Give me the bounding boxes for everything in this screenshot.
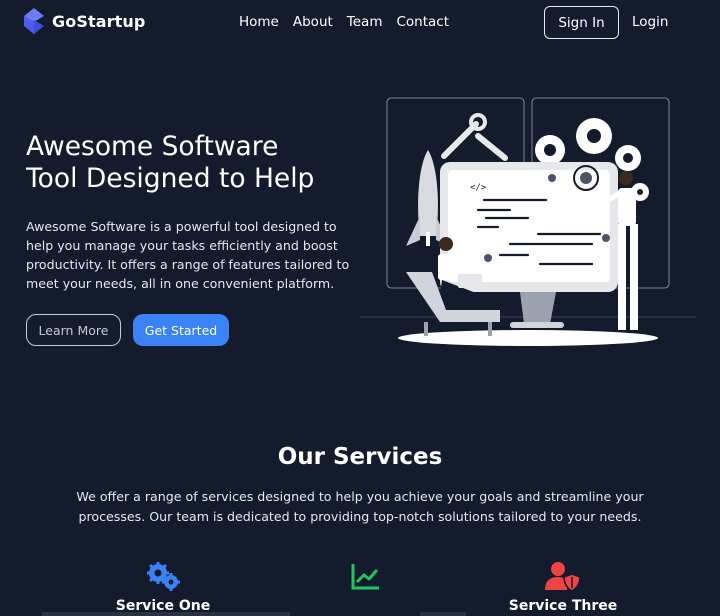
scroll-bar-right <box>420 612 466 616</box>
chart-line-icon <box>351 564 379 590</box>
nav-links: Home About Team Contact <box>239 14 449 30</box>
nav-link-home[interactable]: Home <box>239 14 279 30</box>
hero-title-line1: Awesome Software <box>26 131 279 162</box>
hero-title: Awesome Software Tool Designed to Help <box>26 131 366 195</box>
hero-illustration: </> <box>360 97 696 346</box>
user-shield-icon <box>545 562 581 592</box>
nav-link-about[interactable]: About <box>293 14 333 30</box>
service-card-one[interactable]: Service One <box>88 560 238 614</box>
login-button[interactable]: Login <box>632 14 668 30</box>
services-description: We offer a range of services designed to… <box>76 489 644 524</box>
services-title: Our Services <box>277 444 443 470</box>
nav-link-contact[interactable]: Contact <box>396 14 449 30</box>
code-tag-label: </> <box>470 183 487 193</box>
navbar: GoStartup Home About Team Contact Sign I… <box>0 0 720 44</box>
hero-title-line2: Tool Designed to Help <box>26 163 315 194</box>
gears-icon <box>147 562 180 591</box>
learn-more-button[interactable]: Learn More <box>26 314 121 346</box>
get-started-button[interactable]: Get Started <box>133 314 229 346</box>
scroll-bar-left <box>42 612 290 616</box>
brand-name: GoStartup <box>52 11 146 31</box>
hero-description: Awesome Software is a powerful tool desi… <box>26 219 350 291</box>
service-three-title: Service Three <box>508 598 618 614</box>
service-card-three[interactable]: Service Three <box>488 560 638 614</box>
service-card-two[interactable] <box>291 560 441 598</box>
nav-link-team[interactable]: Team <box>347 14 383 30</box>
brand-logo[interactable]: GoStartup <box>24 8 145 34</box>
sign-in-button[interactable]: Sign In <box>544 6 619 39</box>
logo-icon <box>24 8 44 34</box>
